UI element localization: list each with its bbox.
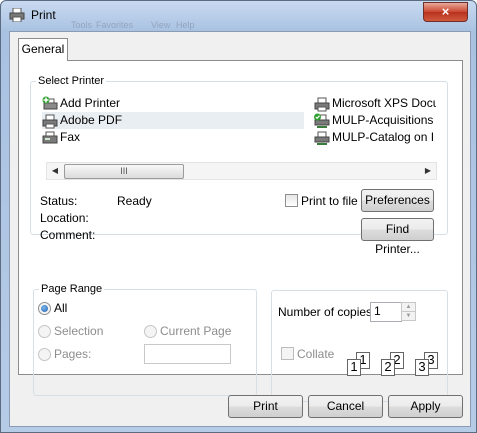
select-printer-legend: Select Printer bbox=[38, 75, 105, 87]
fax-icon bbox=[42, 131, 58, 144]
printer-icon bbox=[9, 8, 25, 22]
find-printer-button[interactable]: Find Printer... bbox=[361, 218, 434, 256]
print-to-file-checkbox[interactable] bbox=[285, 194, 298, 207]
add-printer-icon bbox=[42, 96, 58, 110]
number-of-copies-label: Number of copies: bbox=[278, 305, 376, 319]
selection-radio[interactable] bbox=[38, 325, 51, 338]
printer-item-mulp-catalog[interactable]: MULP-Catalog on I bbox=[314, 129, 436, 146]
print-dialog-window: Print Tools Favorites View Help × Genera… bbox=[0, 0, 477, 433]
status-value: Ready bbox=[117, 194, 152, 208]
tab-general[interactable]: General bbox=[18, 38, 68, 61]
title-bar[interactable]: Print Tools Favorites View Help × bbox=[1, 1, 476, 30]
page-icon: 1 bbox=[347, 359, 361, 376]
printer-list-scrollbar[interactable]: ◀ III ▶ bbox=[46, 162, 437, 180]
printer-name: MULP-Catalog on I bbox=[332, 130, 435, 144]
printer-name: Adobe PDF bbox=[60, 113, 123, 127]
copies-input[interactable]: 1 bbox=[370, 302, 402, 322]
scroll-thumb[interactable]: III bbox=[64, 164, 184, 179]
spin-down-icon[interactable]: ▼ bbox=[401, 311, 416, 321]
network-printer-default-icon bbox=[314, 113, 330, 128]
collate-checkbox[interactable] bbox=[281, 347, 294, 360]
pages-input[interactable] bbox=[144, 344, 231, 364]
background-menu-text: Help bbox=[176, 20, 195, 30]
background-menu-text: Favorites bbox=[96, 20, 134, 30]
printer-item-adobe-pdf[interactable]: Adobe PDF bbox=[42, 112, 304, 129]
print-to-file-label: Print to file bbox=[301, 194, 358, 208]
printer-name: Fax bbox=[60, 130, 81, 144]
page-range-legend: Page Range bbox=[41, 283, 103, 295]
printer-icon bbox=[314, 97, 330, 112]
background-menu-text: Tools bbox=[71, 20, 93, 30]
apply-button[interactable]: Apply bbox=[388, 395, 463, 418]
printer-item-fax[interactable]: Fax bbox=[42, 129, 242, 146]
printer-list[interactable]: Add Printer Adobe PDF Fax Microsoft XPS … bbox=[42, 95, 437, 180]
scroll-left-icon[interactable]: ◀ bbox=[47, 163, 63, 179]
all-radio[interactable] bbox=[38, 302, 51, 315]
current-page-label: Current Page bbox=[160, 324, 232, 338]
dialog-client-area: General Select Printer Add Printer Adobe… bbox=[9, 31, 471, 427]
pages-label: Pages: bbox=[54, 347, 92, 361]
network-printer-icon bbox=[314, 131, 330, 145]
printer-item-mulp-acquisitions[interactable]: MULP-Acquisitions bbox=[314, 112, 436, 129]
printer-item-microsoft-xps[interactable]: Microsoft XPS Docu bbox=[314, 95, 436, 112]
status-label: Status: bbox=[40, 194, 78, 208]
close-icon: × bbox=[441, 4, 450, 19]
printer-icon bbox=[42, 114, 58, 129]
window-title: Print bbox=[31, 8, 56, 22]
print-button[interactable]: Print bbox=[228, 395, 303, 418]
close-button[interactable]: × bbox=[423, 2, 468, 22]
printer-name: Add Printer bbox=[60, 96, 121, 110]
background-menu-text: View bbox=[151, 20, 171, 30]
collate-label: Collate bbox=[297, 347, 335, 361]
printer-item-add-printer[interactable]: Add Printer bbox=[42, 95, 242, 112]
pages-radio[interactable] bbox=[38, 348, 51, 361]
page-range-group: Page Range All Selection Current Page Pa… bbox=[33, 283, 257, 396]
copies-group: Number of copies: 1 ▲ ▼ Collate 1 1 2 2 … bbox=[271, 290, 448, 402]
page-icon: 2 bbox=[381, 359, 395, 376]
scroll-right-icon[interactable]: ▶ bbox=[420, 163, 436, 179]
general-tab-panel: Select Printer Add Printer Adobe PDF Fax… bbox=[18, 60, 463, 402]
printer-name: Microsoft XPS Docu bbox=[332, 96, 436, 110]
page-icon: 3 bbox=[415, 359, 429, 376]
selection-label: Selection bbox=[54, 324, 104, 338]
location-label: Location: bbox=[40, 211, 89, 225]
printer-name: MULP-Acquisitions bbox=[332, 113, 434, 127]
cancel-button[interactable]: Cancel bbox=[308, 395, 383, 418]
comment-label: Comment: bbox=[40, 228, 96, 242]
current-page-radio[interactable] bbox=[144, 325, 157, 338]
select-printer-group: Select Printer Add Printer Adobe PDF Fax… bbox=[30, 75, 448, 256]
tab-label: General bbox=[21, 42, 65, 56]
preferences-button[interactable]: Preferences bbox=[361, 189, 434, 212]
all-label: All bbox=[54, 301, 68, 315]
